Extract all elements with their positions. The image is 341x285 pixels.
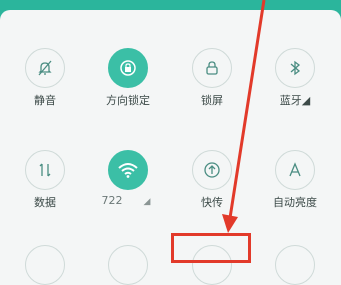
- tile-bluetooth-label: 蓝牙◢: [279, 94, 311, 107]
- tile-lock-screen[interactable]: 锁屏: [170, 48, 250, 138]
- lock-icon: [192, 48, 232, 88]
- tile-rotation-lock[interactable]: 方向锁定: [86, 48, 166, 138]
- tile-row3-4[interactable]: [275, 245, 315, 285]
- tile-bluetooth[interactable]: 蓝牙◢: [253, 48, 333, 138]
- tile-lock-screen-label: 锁屏: [201, 94, 223, 107]
- bell-off-icon: [25, 48, 65, 88]
- tile-auto-brightness[interactable]: 自动亮度: [253, 150, 333, 240]
- upload-icon: [192, 150, 232, 190]
- data-arrows-icon: [25, 150, 65, 190]
- annotation-highlight-box: [171, 233, 251, 263]
- brightness-a-icon: [275, 150, 315, 190]
- tile-quick-transfer[interactable]: 快传: [170, 150, 250, 240]
- tile-quick-transfer-label: 快传: [201, 196, 223, 209]
- tile-rotation-lock-label: 方向锁定: [106, 94, 150, 107]
- tile-row3-2[interactable]: [108, 245, 148, 285]
- tile-mobile-data[interactable]: 数据: [3, 150, 83, 240]
- wifi-expand-indicator[interactable]: ◢: [144, 197, 151, 207]
- tile-row3-1[interactable]: [25, 245, 65, 285]
- tile-auto-brightness-label: 自动亮度: [273, 196, 317, 209]
- tile-mute[interactable]: 静音: [3, 48, 83, 138]
- tile-mute-label: 静音: [34, 94, 56, 107]
- wifi-ssid: 722: [101, 194, 123, 207]
- bluetooth-icon: [275, 48, 315, 88]
- tile-wifi[interactable]: 722 ◢: [86, 150, 166, 240]
- tile-wifi-label: 722 ◢: [84, 194, 168, 207]
- rotation-lock-icon: [108, 48, 148, 88]
- wifi-icon: [108, 150, 148, 190]
- tile-mobile-data-label: 数据: [34, 196, 56, 209]
